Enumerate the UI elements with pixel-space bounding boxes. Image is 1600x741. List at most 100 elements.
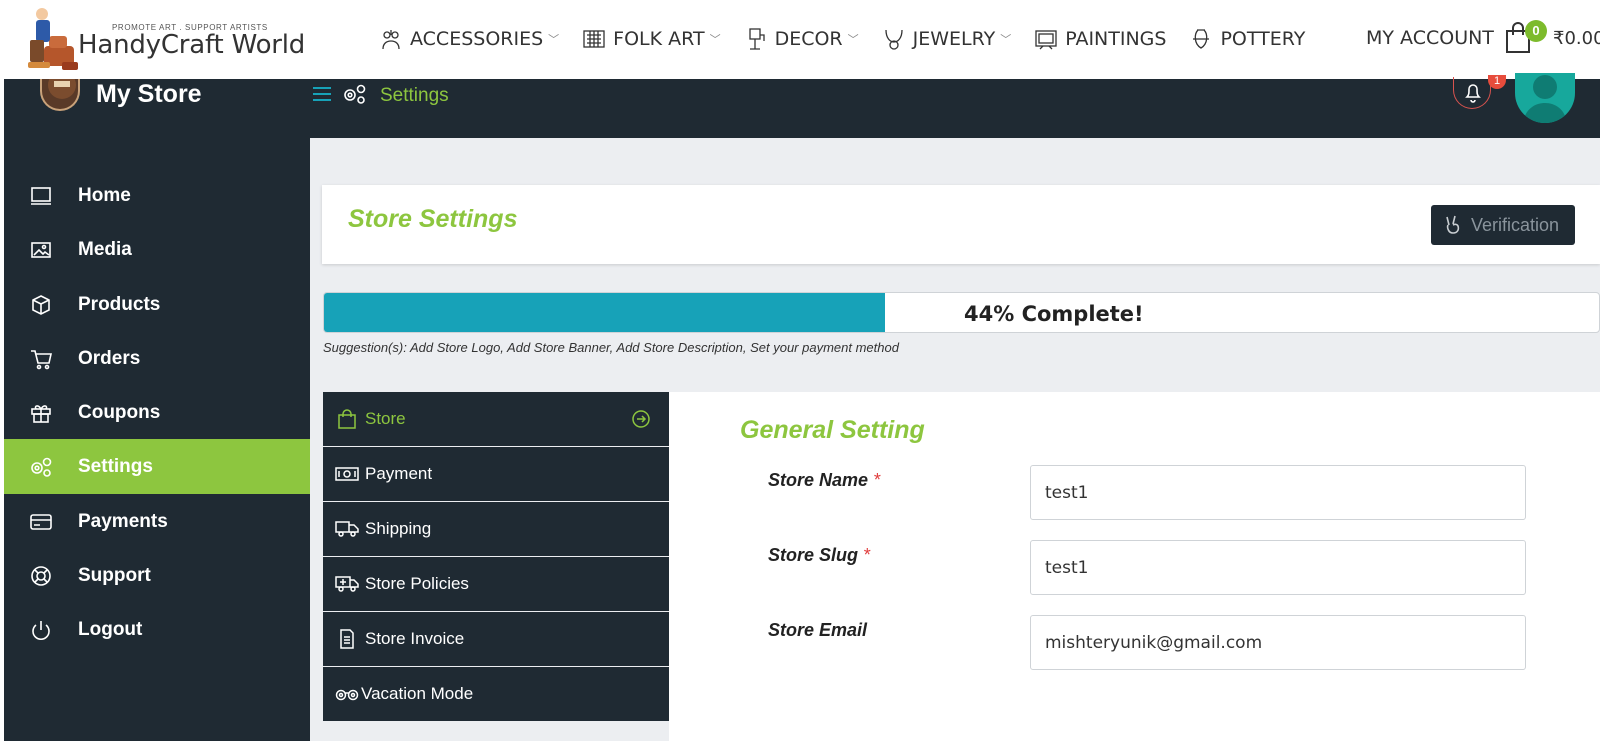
tab-label: Store — [365, 409, 406, 428]
gift-icon — [28, 400, 54, 426]
tab-payment[interactable]: Payment — [323, 447, 669, 501]
profile-progress-bar: 44% Complete! — [323, 292, 1600, 333]
tab-label: Payment — [365, 464, 433, 483]
store-email-input[interactable] — [1030, 615, 1526, 670]
nav-item-decor[interactable]: DECOR ﹀ — [743, 26, 859, 52]
sidebar-item-label: Payments — [78, 510, 168, 532]
cart-count-badge: 0 — [1525, 20, 1547, 42]
lifebuoy-icon — [28, 563, 54, 589]
tab-vacation-mode[interactable]: Vacation Mode — [323, 667, 669, 721]
bell-icon — [1465, 84, 1481, 103]
nav-label: JEWELRY — [912, 28, 996, 50]
field-label-text: Store Slug — [768, 545, 859, 565]
jewelry-icon — [881, 26, 907, 52]
tab-label: Store Policies — [365, 574, 469, 593]
store-slug-input[interactable] — [1030, 540, 1526, 595]
dashboard-header: My Store Settings 1 — [4, 73, 1600, 138]
sidebar-item-label: Media — [78, 238, 132, 260]
store-settings-header: Store Settings Verification — [322, 185, 1600, 264]
paintings-icon — [1033, 26, 1059, 52]
shopping-bag-icon — [335, 407, 359, 431]
cart-button[interactable]: 0 — [1505, 20, 1547, 56]
nav-item-folk-art[interactable]: FOLK ART ﹀ — [581, 26, 721, 52]
chevron-down-icon: ﹀ — [847, 33, 859, 46]
arrow-circle-right-icon — [631, 409, 651, 434]
pottery-icon — [1188, 26, 1214, 52]
cube-icon — [28, 292, 54, 318]
sidebar-item-label: Support — [78, 564, 151, 586]
credit-card-icon — [28, 509, 54, 535]
power-icon — [28, 617, 54, 643]
chevron-down-icon: ﹀ — [548, 33, 560, 46]
required-marker: * — [873, 470, 881, 490]
progress-suggestions: Suggestion(s): Add Store Logo, Add Store… — [323, 340, 899, 355]
required-marker: * — [863, 545, 871, 565]
sidebar: Home Media Products Orders Coupons Setti… — [4, 138, 310, 741]
nav-item-pottery[interactable]: POTTERY — [1188, 26, 1305, 52]
site-header: PROMOTE ART . SUPPORT ARTISTS HandyCraft… — [0, 0, 1600, 79]
sidebar-item-products[interactable]: Products — [4, 277, 310, 332]
tab-shipping[interactable]: Shipping — [323, 502, 669, 556]
nav-item-accessories[interactable]: ACCESSORIES ﹀ — [378, 26, 559, 52]
chevron-down-icon: ﹀ — [1000, 33, 1012, 46]
nav-label: DECOR — [774, 28, 843, 50]
monitor-icon — [28, 183, 54, 209]
site-logo[interactable]: PROMOTE ART . SUPPORT ARTISTS HandyCraft… — [22, 6, 312, 76]
truck-icon — [335, 517, 359, 541]
accessories-icon — [378, 26, 404, 52]
sidebar-item-home[interactable]: Home — [4, 168, 310, 223]
cart-icon — [28, 346, 54, 372]
progress-label: 44% Complete! — [964, 302, 1144, 326]
sidebar-item-orders[interactable]: Orders — [4, 331, 310, 386]
site-name: HandyCraft World — [78, 30, 306, 60]
sidebar-item-label: Products — [78, 293, 161, 315]
sidebar-item-label: Home — [78, 184, 131, 206]
progress-fill — [324, 293, 885, 332]
nav-label: FOLK ART — [613, 28, 705, 50]
potter-logo-icon — [28, 8, 78, 70]
chevron-down-icon: ﹀ — [709, 33, 721, 46]
tab-store-invoice[interactable]: Store Invoice — [323, 612, 669, 666]
sidebar-item-label: Coupons — [78, 401, 161, 423]
invoice-icon — [335, 627, 359, 651]
user-avatar[interactable] — [1515, 73, 1575, 123]
sidebar-item-label: Settings — [78, 455, 153, 477]
verification-label: Verification — [1471, 214, 1560, 235]
store-name-input[interactable] — [1030, 465, 1526, 520]
store-slug-label: Store Slug * — [768, 545, 870, 566]
store-email-label: Store Email — [768, 620, 867, 641]
sidebar-item-media[interactable]: Media — [4, 222, 310, 277]
cart-total: ₹0.00 — [1553, 28, 1600, 49]
store-logo-avatar[interactable] — [40, 79, 80, 111]
main-nav: ACCESSORIES ﹀ FOLK ART ﹀ DECOR ﹀ JEWELRY… — [378, 24, 1327, 54]
page-title: Store Settings — [348, 205, 518, 233]
sidebar-item-support[interactable]: Support — [4, 548, 310, 603]
sidebar-item-coupons[interactable]: Coupons — [4, 385, 310, 440]
notifications-button[interactable] — [1453, 77, 1491, 109]
sidebar-item-logout[interactable]: Logout — [4, 602, 310, 657]
menu-toggle-icon[interactable] — [312, 85, 332, 108]
verification-button[interactable]: Verification — [1431, 205, 1575, 245]
tab-label: Store Invoice — [365, 629, 465, 648]
peace-hand-icon — [1445, 215, 1461, 235]
nav-label: PAINTINGS — [1065, 28, 1167, 50]
binoculars-icon — [335, 682, 359, 706]
gears-icon — [28, 454, 54, 480]
store-name-label: Store Name * — [768, 470, 880, 491]
tab-label: Vacation Mode — [361, 684, 474, 703]
my-store-title[interactable]: My Store — [96, 80, 202, 109]
nav-label: ACCESSORIES — [410, 28, 544, 50]
section-title: General Setting — [740, 416, 925, 444]
field-label-text: Store Name — [768, 470, 869, 490]
image-icon — [28, 237, 54, 263]
sidebar-item-payments[interactable]: Payments — [4, 494, 310, 549]
nav-item-jewelry[interactable]: JEWELRY ﹀ — [881, 26, 1012, 52]
my-account-link[interactable]: MY ACCOUNT — [1366, 27, 1494, 49]
tab-store[interactable]: Store — [323, 392, 669, 446]
decor-icon — [743, 26, 769, 52]
notification-count-badge: 1 — [1488, 75, 1506, 89]
tab-store-policies[interactable]: Store Policies — [323, 557, 669, 611]
breadcrumb-current: Settings — [380, 85, 449, 106]
sidebar-item-settings[interactable]: Settings — [4, 439, 310, 494]
nav-item-paintings[interactable]: PAINTINGS — [1033, 26, 1166, 52]
